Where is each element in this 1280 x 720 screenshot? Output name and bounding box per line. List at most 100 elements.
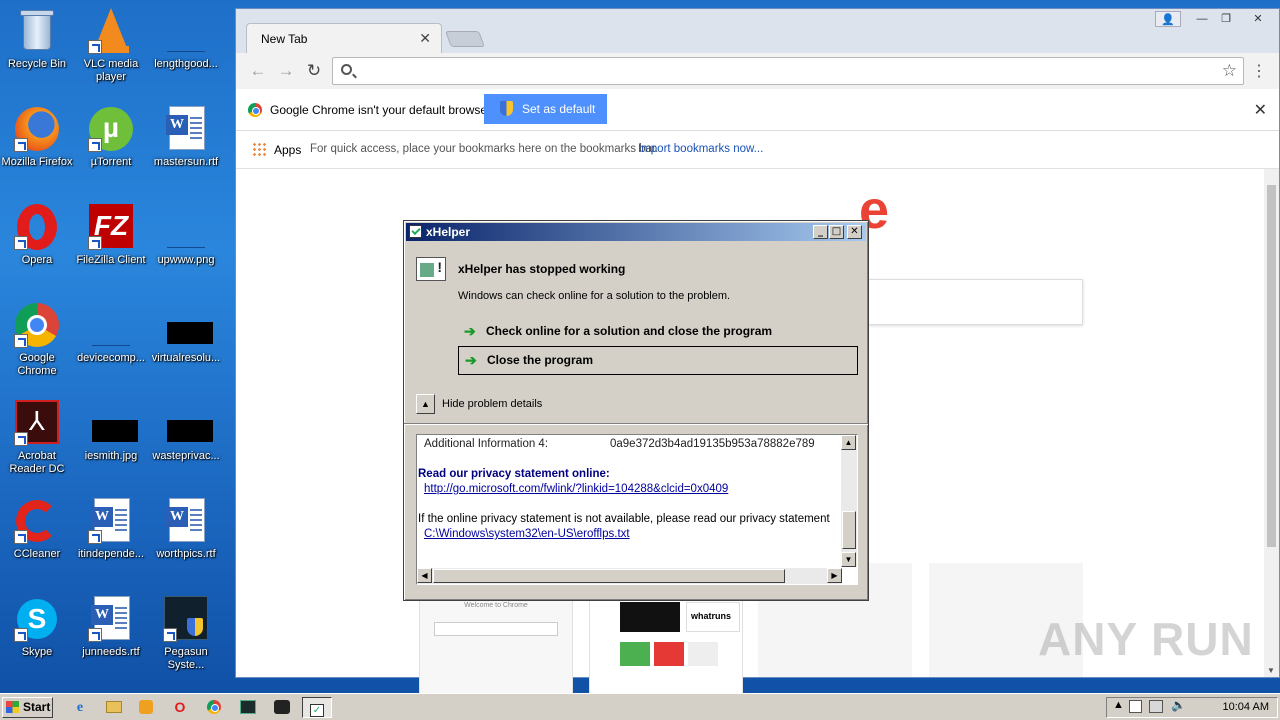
scroll-down-icon[interactable]: ▼ — [841, 552, 856, 567]
file-icon — [163, 400, 213, 446]
desktop-icon-acrobat[interactable]: ⅄ Acrobat Reader DC — [0, 400, 74, 476]
desktop-icon-skype[interactable]: S Skype — [0, 596, 74, 659]
close-tab-icon[interactable]: ✕ — [419, 30, 431, 47]
bookmark-star-icon[interactable]: ☆ — [1222, 61, 1237, 81]
import-bookmarks-link[interactable]: Import bookmarks now... — [638, 143, 763, 155]
apps-grid-icon[interactable] — [252, 142, 266, 156]
privacy-link[interactable]: http://go.microsoft.com/fwlink/?linkid=1… — [424, 483, 728, 495]
desktop-icon-label: virtualresolu... — [151, 352, 221, 364]
desktop-icon-opera[interactable]: Opera — [0, 204, 74, 267]
maximize-button[interactable]: □ — [829, 225, 844, 239]
desktop-icon-recycle-bin[interactable]: Recycle Bin — [0, 8, 74, 71]
scrollbar-thumb[interactable] — [433, 569, 785, 583]
firefox-icon — [14, 106, 60, 152]
chrome-menu-icon[interactable]: ⋮ — [1251, 61, 1267, 81]
problem-details-box[interactable]: Additional Information 4: 0a9e372d3b4ad1… — [416, 434, 858, 585]
details-horizontal-scrollbar[interactable]: ◀ ▶ — [417, 568, 842, 584]
desktop-icon-mastersun[interactable]: mastersun.rtf — [149, 106, 223, 169]
forward-icon[interactable]: → — [274, 59, 298, 83]
close-program-option[interactable]: ➔ Close the program — [458, 346, 858, 375]
default-browser-infobar: Google Chrome isn't your default browser… — [236, 89, 1279, 131]
desktop-icon-wasteprivac[interactable]: wasteprivac... — [149, 400, 223, 463]
app-taskbar-icon[interactable] — [268, 697, 296, 718]
desktop-icon-ccleaner[interactable]: CCleaner — [0, 498, 74, 561]
desktop-icon-utorrent[interactable]: µ µTorrent — [74, 106, 148, 169]
desktop-icon-label: iesmith.jpg — [84, 450, 138, 462]
scroll-right-icon[interactable]: ▶ — [827, 568, 842, 583]
back-icon[interactable]: ← — [246, 59, 270, 83]
minimize-button[interactable]: _ — [813, 225, 828, 239]
file-icon — [163, 8, 209, 54]
close-dialog-button[interactable]: ✕ — [847, 225, 862, 239]
desktop-icon-label: Opera — [21, 254, 53, 266]
desktop-icon-label: lengthgood... — [154, 58, 218, 70]
google-search-box[interactable] — [868, 279, 1083, 325]
desktop-icon-upwww[interactable]: upwww.png — [149, 204, 223, 267]
scrollbar-thumb[interactable] — [1267, 185, 1276, 547]
desktop-icon-devicecomp[interactable]: devicecomp... — [74, 302, 148, 365]
hide-details-label[interactable]: Hide problem details — [442, 398, 542, 410]
desktop-icon-lengthgood[interactable]: lengthgood... — [149, 8, 223, 71]
close-window-button[interactable]: ✕ — [1243, 11, 1273, 27]
check-online-option[interactable]: ➔ Check online for a solution and close … — [462, 321, 858, 343]
new-tab-button[interactable] — [445, 31, 485, 47]
offline-text: If the online privacy statement is not a… — [418, 513, 830, 525]
desktop-icon-firefox[interactable]: Mozilla Firefox — [0, 106, 74, 169]
terminal-taskbar-icon[interactable] — [234, 697, 262, 718]
chrome-toolbar: ← → ↻ ☆ — [236, 53, 1279, 89]
desktop-icon-pegasun[interactable]: Pegasun Syste... — [149, 596, 223, 672]
desktop-icon-chrome[interactable]: Google Chrome — [0, 302, 74, 378]
file-explorer-icon[interactable] — [100, 697, 128, 718]
details-vertical-scrollbar[interactable]: ▲ ▼ — [841, 435, 857, 567]
file-icon — [88, 302, 134, 348]
set-as-default-button[interactable]: Set as default — [484, 94, 607, 124]
start-button[interactable]: Start — [2, 697, 53, 718]
restore-button[interactable]: ❐ — [1213, 11, 1239, 27]
ccleaner-icon — [14, 498, 60, 544]
desktop-icon-iesmith[interactable]: iesmith.jpg — [74, 400, 148, 463]
internet-explorer-icon[interactable]: e — [66, 697, 94, 718]
address-bar[interactable]: ☆ — [332, 57, 1244, 85]
desktop-icon-vlc[interactable]: VLC media player — [74, 8, 148, 84]
media-player-icon[interactable] — [132, 697, 160, 718]
vlc-icon — [88, 8, 134, 54]
desktop-icon-filezilla[interactable]: FZ FileZilla Client — [74, 204, 148, 267]
desktop-icon-worthpics[interactable]: worthpics.rtf — [149, 498, 223, 561]
network-icon[interactable] — [1149, 700, 1163, 713]
skype-icon: S — [14, 596, 60, 642]
set-as-default-label: Set as default — [522, 102, 596, 116]
opera-taskbar-icon[interactable]: O — [166, 697, 194, 718]
show-hidden-icons[interactable]: ▲ — [1113, 699, 1124, 711]
chrome-icon — [14, 302, 60, 348]
desktop-icon-label: devicecomp... — [77, 352, 145, 364]
info-label: Additional Information 4: — [424, 438, 549, 450]
word-document-icon — [88, 498, 134, 544]
reload-icon[interactable]: ↻ — [302, 59, 326, 83]
minimize-button[interactable]: — — [1189, 11, 1215, 27]
tab-new-tab[interactable]: New Tab ✕ — [246, 23, 442, 53]
scrollbar-thumb[interactable] — [842, 511, 856, 549]
scroll-up-icon[interactable]: ▲ — [841, 435, 856, 450]
info-value: 0a9e372d3b4ad19135b953a78882e789 — [610, 438, 815, 450]
xhelper-taskbar-icon[interactable]: ✓ — [302, 697, 332, 718]
scroll-left-icon[interactable]: ◀ — [417, 568, 432, 583]
desktop-icon-junneeds[interactable]: junneeds.rtf — [74, 596, 148, 659]
action-center-icon[interactable] — [1129, 700, 1142, 713]
page-scrollbar[interactable]: ▼ — [1264, 169, 1279, 677]
clock[interactable]: 10:04 AM — [1223, 701, 1269, 713]
apps-link[interactable]: Apps — [274, 143, 301, 157]
volume-icon[interactable]: 🔈 — [1171, 698, 1186, 712]
desktop-icon-virtualresolu[interactable]: virtualresolu... — [149, 302, 223, 365]
offline-path-link[interactable]: C:\Windows\system32\en-US\erofflps.txt — [424, 528, 630, 540]
bookmarks-hint: For quick access, place your bookmarks h… — [310, 143, 659, 155]
desktop-icon-label: Skype — [21, 646, 53, 658]
chrome-taskbar-icon[interactable] — [200, 697, 228, 718]
collapse-details-button[interactable]: ▲ — [416, 394, 435, 414]
scroll-down-icon[interactable]: ▼ — [1267, 666, 1275, 675]
desktop-icon-itindepende[interactable]: itindepende... — [74, 498, 148, 561]
close-infobar-icon[interactable]: ✕ — [1254, 100, 1267, 120]
start-label: Start — [23, 700, 51, 714]
user-profile-icon[interactable]: 👤 — [1155, 11, 1181, 27]
utorrent-icon: µ — [88, 106, 134, 152]
desktop-icon-label: CCleaner — [13, 548, 61, 560]
